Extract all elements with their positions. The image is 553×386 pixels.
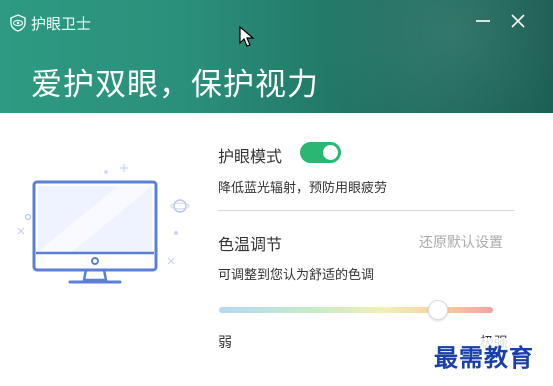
section-divider bbox=[218, 210, 515, 211]
eye-mode-label: 护眼模式 bbox=[218, 147, 283, 166]
app-title: 护眼卫士 bbox=[31, 15, 92, 33]
eye-mode-description: 降低蓝光辐射，预防用眼疲劳 bbox=[218, 181, 388, 196]
watermark-text: 最需教育 bbox=[432, 338, 536, 373]
banner-slogan: 爱护双眼，保护视力 bbox=[31, 67, 319, 103]
mouse-cursor-icon bbox=[239, 26, 255, 47]
reset-defaults-link[interactable]: 还原默认设置 bbox=[419, 232, 503, 252]
minimize-icon[interactable] bbox=[470, 8, 496, 34]
toggle-knob bbox=[323, 145, 338, 160]
eye-mode-toggle[interactable] bbox=[300, 142, 341, 163]
title-bar-banner: 护眼卫士 爱护双眼，保护视力 bbox=[0, 0, 553, 113]
close-icon[interactable] bbox=[505, 8, 531, 34]
color-temp-slider-thumb[interactable] bbox=[428, 300, 449, 320]
color-temp-description: 可调整到您认为舒适的色调 bbox=[218, 268, 375, 283]
color-temp-label: 色温调节 bbox=[218, 235, 283, 254]
eye-shield-logo-icon bbox=[10, 14, 26, 32]
monitor-illustration-icon bbox=[17, 164, 190, 284]
slider-min-label: 弱 bbox=[218, 335, 232, 351]
color-temp-slider-track[interactable] bbox=[219, 307, 493, 313]
